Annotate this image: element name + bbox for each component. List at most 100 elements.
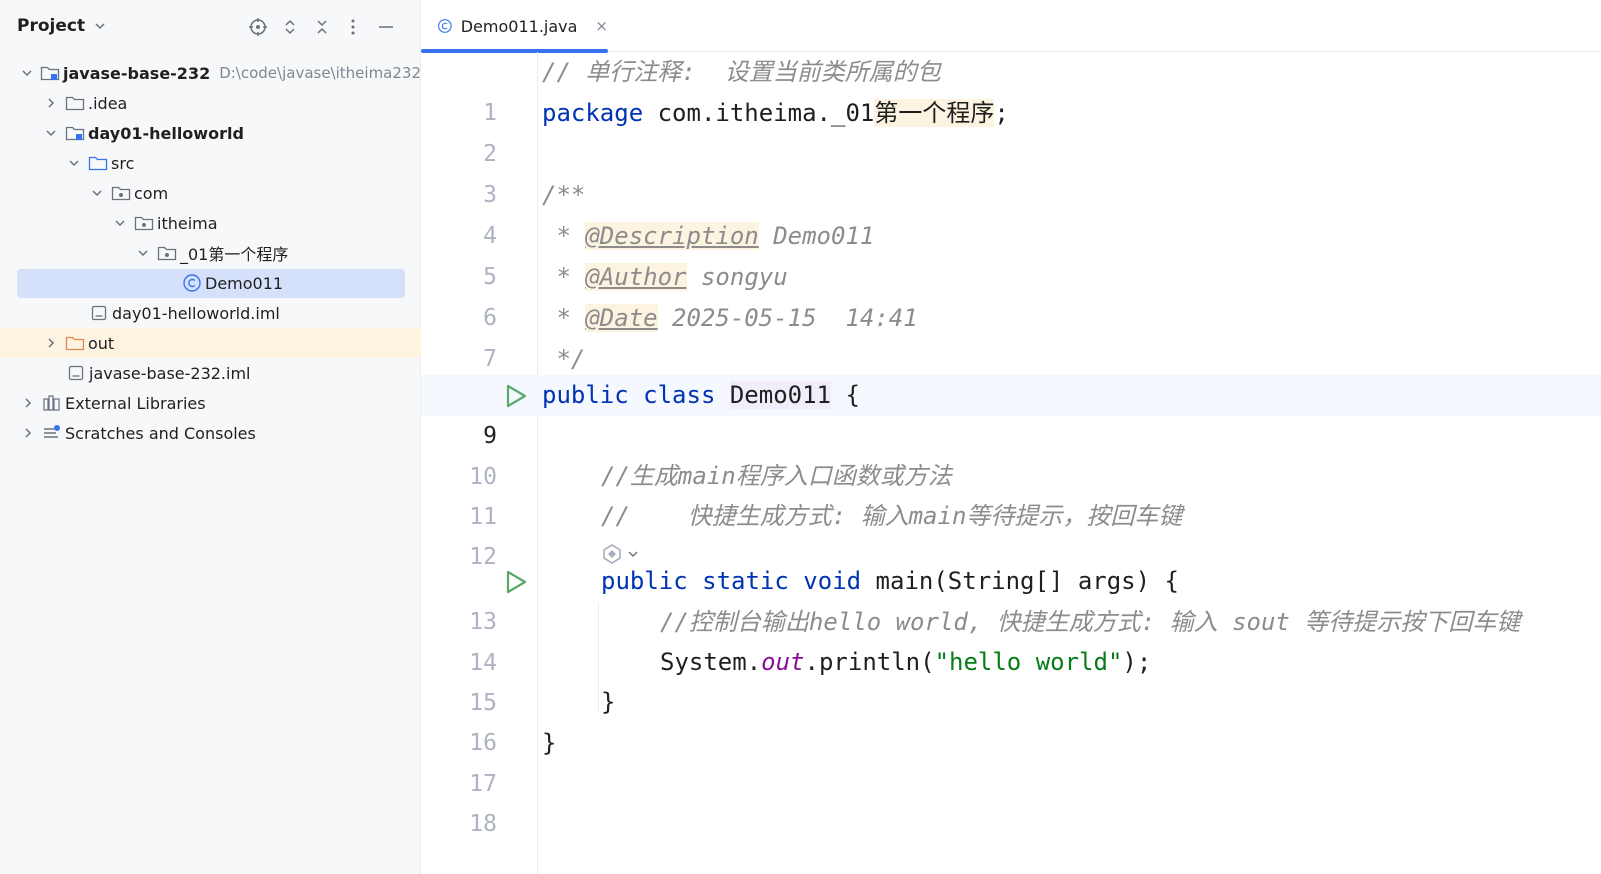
code-line: 11 //生成main程序入口函数或方法 (421, 456, 1601, 530)
expand-all-icon[interactable] (278, 15, 302, 39)
code-text: */ (542, 345, 586, 373)
tree-item-label: _01第一个程序 (180, 245, 289, 264)
code-text: * @Author songyu (542, 257, 788, 298)
package-name-cn: 第一个程序 (874, 99, 995, 127)
project-title: Project (17, 16, 86, 36)
code-text: // 单行注释: 设置当前类所属的包 (542, 58, 941, 86)
package-icon (157, 243, 177, 263)
javadoc-tag: @Author (585, 263, 687, 291)
tree-item-idea[interactable]: .idea (0, 88, 421, 118)
chevron-right-icon[interactable] (43, 335, 59, 351)
chevron-down-icon[interactable] (89, 185, 105, 201)
run-icon[interactable] (503, 569, 529, 595)
tree-item-label: com (134, 183, 169, 203)
code-line: 15 System.out.println("hello world"); (421, 642, 1601, 716)
keyword: package (542, 99, 644, 127)
java-class-icon (438, 19, 452, 33)
code-line: 4 /** (421, 175, 1601, 249)
tree-item-package-01[interactable]: _01第一个程序 (0, 238, 421, 268)
chevron-down-icon[interactable] (66, 155, 82, 171)
options-icon[interactable] (341, 15, 365, 39)
project-panel: Project javase-base-232 D:\code\javase\i… (0, 0, 421, 874)
code-line: 18 (421, 763, 1601, 837)
tree-item-demo011[interactable]: Demo011 (0, 268, 421, 298)
javadoc-value: 2025-05-15 14:41 (657, 304, 918, 332)
libraries-icon (42, 393, 62, 413)
scratches-icon (42, 423, 62, 443)
code-text: } (542, 729, 557, 757)
code-line: 6 * @Author songyu (421, 257, 1601, 331)
excluded-folder-icon (65, 333, 85, 353)
module-folder-icon (65, 123, 85, 143)
tree-item-label: Demo011 (205, 273, 284, 293)
tree-item-label: day01-helloworld (88, 123, 244, 143)
doc-star: * (542, 222, 586, 250)
string-literal: "hello world" (934, 648, 1123, 676)
call-end: ); (1122, 648, 1152, 676)
code-line: 2 package com.itheima._01第一个程序; (421, 93, 1601, 167)
project-tree: javase-base-232 D:\code\javase\itheima23… (0, 58, 421, 448)
doc-star: * (542, 304, 586, 332)
run-icon[interactable] (503, 383, 529, 409)
tree-item-label: src (111, 153, 135, 173)
code-text: * @Description Demo011 (542, 216, 874, 257)
code-line: 16 } (421, 682, 1601, 756)
chevron-down-icon[interactable] (135, 245, 151, 261)
tree-item-com[interactable]: com (0, 178, 421, 208)
tree-item-scratches[interactable]: Scratches and Consoles (0, 418, 421, 448)
chevron-down-icon[interactable] (20, 65, 34, 81)
chevron-down-icon[interactable] (43, 125, 59, 141)
source-folder-icon (88, 153, 108, 173)
editor-tab-bar: Demo011.java × (421, 0, 1601, 53)
chevron-right-icon[interactable] (43, 95, 59, 111)
code-area[interactable]: 1 // 单行注释: 设置当前类所属的包 2 package com.ithei… (421, 52, 1601, 874)
chevron-right-icon[interactable] (20, 395, 36, 411)
code-line-current: 9 public class Demo011 { (421, 375, 1601, 449)
tree-item-day01-iml[interactable]: day01-helloworld.iml (0, 298, 421, 328)
tree-item-src[interactable]: src (0, 148, 421, 178)
semicolon: ; (994, 99, 1009, 127)
code-text: public class Demo011 { (542, 375, 860, 416)
tree-item-label: javase-base-232 (63, 63, 211, 83)
code-line: 17 } (421, 723, 1601, 797)
tree-item-label: out (88, 333, 115, 353)
javadoc-tag: @Date (585, 304, 658, 332)
tree-item-out[interactable]: out (0, 328, 421, 358)
tree-item-javase-base-232[interactable]: javase-base-232 D:\code\javase\itheima23… (0, 58, 421, 88)
code-text: /** (542, 181, 586, 209)
tree-item-day01-helloworld[interactable]: day01-helloworld (0, 118, 421, 148)
tree-item-external-libraries[interactable]: External Libraries (0, 388, 421, 418)
tree-item-label: javase-base-232.iml (89, 363, 251, 383)
project-view-selector[interactable]: Project (17, 16, 107, 36)
tree-item-root-iml[interactable]: javase-base-232.iml (0, 358, 421, 388)
java-class-icon (182, 273, 202, 293)
close-icon[interactable]: × (595, 17, 608, 35)
collapse-all-icon[interactable] (310, 15, 334, 39)
code-editor: Demo011.java × 1 // 单行注释: 设置当前类所属的包 2 pa… (421, 0, 1601, 874)
code-text: } (601, 688, 616, 716)
tree-item-label: .idea (88, 93, 128, 113)
tree-item-label: Scratches and Consoles (65, 423, 256, 443)
iml-file-icon (66, 363, 86, 383)
tree-item-itheima[interactable]: itheima (0, 208, 421, 238)
code-text: //控制台输出hello world, 快捷生成方式: 输入 sout 等待提示… (660, 608, 1521, 636)
tab-demo011-java[interactable]: Demo011.java × (421, 0, 608, 53)
tree-item-label: itheima (157, 213, 218, 233)
folder-icon (65, 93, 85, 113)
code-text: //生成main程序入口函数或方法 (601, 462, 952, 490)
chevron-right-icon[interactable] (20, 425, 36, 441)
code-text: public static void main(String[] args) { (601, 561, 1179, 602)
keyword: public static void (601, 567, 862, 595)
code-text: // 快捷生成方式: 输入main等待提示，按回车键 (601, 502, 1183, 530)
tree-item-label: External Libraries (65, 393, 206, 413)
chevron-down-icon[interactable] (112, 215, 128, 231)
javadoc-tag: @Description (585, 222, 759, 250)
locate-icon[interactable] (246, 15, 270, 39)
project-panel-header: Project (0, 0, 421, 52)
static-field: out (761, 648, 805, 676)
code-line: 7 * @Date 2025-05-15 14:41 (421, 298, 1601, 372)
package-name: com.itheima._01 (643, 99, 875, 127)
hide-panel-icon[interactable] (374, 15, 398, 39)
code-line: 10 (421, 416, 1601, 490)
javadoc-value: Demo011 (758, 222, 875, 250)
